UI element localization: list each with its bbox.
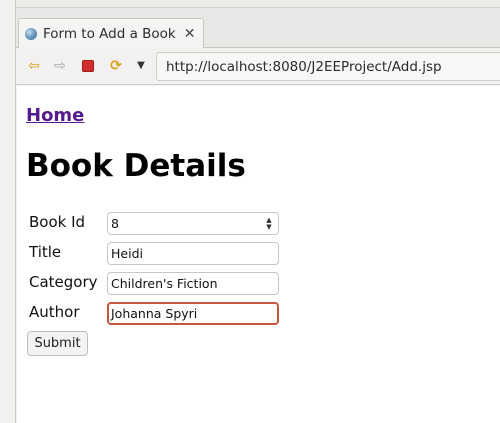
category-input[interactable]: Children's Fiction (107, 272, 279, 295)
window-top-strip (0, 0, 500, 8)
author-value: Johanna Spyri (111, 306, 198, 321)
chevron-down-icon[interactable]: ▼ (133, 58, 149, 74)
submit-button[interactable]: Submit (27, 331, 88, 356)
close-icon[interactable]: ✕ (184, 26, 196, 42)
title-value: Heidi (111, 246, 143, 261)
globe-icon (25, 28, 37, 40)
title-label: Title (29, 243, 62, 261)
category-value: Children's Fiction (111, 276, 218, 291)
page-content: Home Book Details Book Id 8 ▲ ▼ Title Hei… (17, 86, 500, 423)
browser-tab-bar: Form to Add a Book ✕ (16, 8, 500, 49)
browser-tab[interactable]: Form to Add a Book ✕ (18, 18, 204, 49)
home-link[interactable]: Home (26, 105, 84, 126)
book-id-value: 8 (111, 216, 119, 231)
author-label: Author (29, 303, 80, 321)
page-title: Book Details (26, 148, 246, 184)
book-id-label: Book Id (29, 213, 86, 231)
author-input[interactable]: Johanna Spyri (107, 302, 279, 325)
left-panel-edge (0, 0, 16, 423)
book-id-input[interactable]: 8 ▲ ▼ (107, 212, 279, 235)
title-input[interactable]: Heidi (107, 242, 279, 265)
browser-toolbar: ⇦ ⇨ ⟳ ▼ http://localhost:8080/J2EEProjec… (16, 48, 500, 85)
tab-title: Form to Add a Book (43, 26, 176, 42)
arrow-left-icon[interactable]: ⇦ (26, 58, 42, 74)
refresh-icon[interactable]: ⟳ (108, 58, 124, 74)
url-text: http://localhost:8080/J2EEProject/Add.js… (166, 58, 442, 75)
url-bar[interactable]: http://localhost:8080/J2EEProject/Add.js… (156, 52, 500, 81)
stop-icon[interactable] (80, 58, 96, 74)
category-label: Category (29, 273, 98, 291)
arrow-right-icon[interactable]: ⇨ (52, 58, 68, 74)
number-spinner-icon[interactable]: ▲ ▼ (264, 215, 274, 232)
